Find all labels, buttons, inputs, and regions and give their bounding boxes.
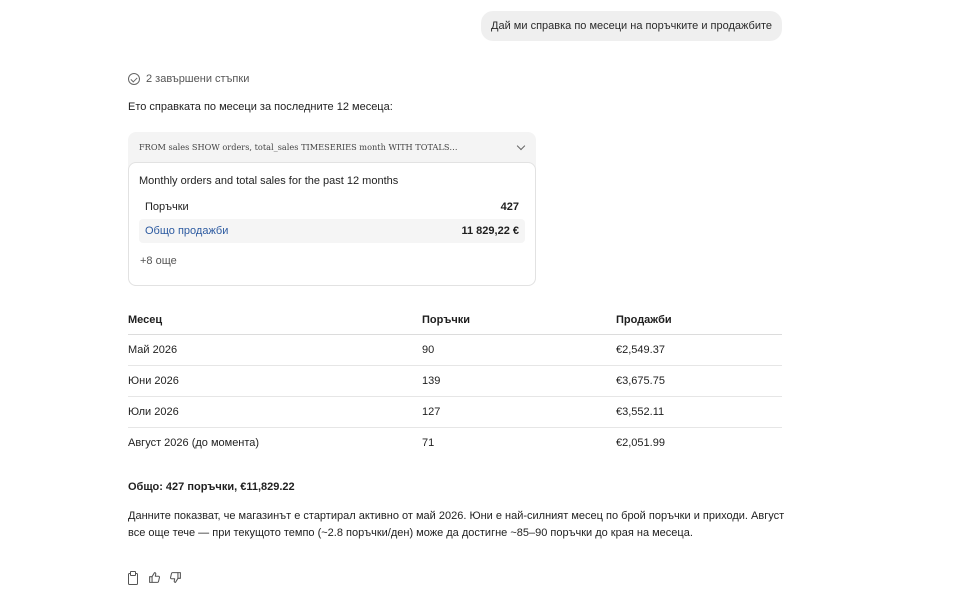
metric-value: 11 829,22 € [461,225,519,237]
table-cell: 90 [422,334,616,366]
column-header: Продажби [616,306,782,335]
table-row: Август 2026 (до момента) 71 €2,051.99 [128,427,782,458]
chevron-down-icon [516,141,526,150]
table-row: Май 2026 90 €2,549.37 [128,334,782,366]
show-more-link[interactable]: +8 още [139,255,525,267]
table-cell: €2,051.99 [616,436,665,449]
user-message-bubble: Дай ми справка по месеци на поръчките и … [481,11,782,41]
metric-label: Общо продажби [145,225,229,237]
metric-row: Поръчки 427 [139,195,525,219]
monthly-table: Месец Поръчки Продажби Май 2026 90 €2,54… [128,306,782,458]
result-card: Monthly orders and total sales for the p… [128,162,536,286]
table-cell: €2,549.37 [616,334,782,366]
table-cell: €3,552.11 [616,396,782,428]
metric-label: Поръчки [145,201,189,213]
table-header-row: Месец Поръчки Продажби [128,306,782,335]
query-expander[interactable]: FROM sales SHOW orders, total_sales TIME… [128,132,536,162]
thumbs-up-icon[interactable] [148,571,161,584]
total-line: Общо: 427 поръчки, €11,829.22 [128,481,295,493]
table-cell: Юли 2026 [128,396,422,428]
column-header: Поръчки [422,306,616,335]
table-row: Юли 2026 127 €3,552.11 [128,396,782,428]
check-circle-icon [128,73,140,85]
column-header: Месец [128,306,422,335]
steps-label: 2 завършени стъпки [146,73,250,85]
table-cell: 127 [422,396,616,428]
thumbs-down-icon[interactable] [169,571,181,584]
intro-text: Ето справката по месеци за последните 12… [128,101,393,113]
table-cell: Май 2026 [128,334,422,366]
summary-paragraph: Данните показват, че магазинът е стартир… [128,510,785,539]
completed-steps-toggle[interactable]: 2 завършени стъпки [128,73,249,85]
result-title: Monthly orders and total sales for the p… [139,175,399,187]
table-cell: 71 [422,436,435,449]
query-text: FROM sales SHOW orders, total_sales TIME… [139,142,458,152]
message-actions [127,571,181,585]
table-cell: 139 [422,365,616,397]
table-cell: Август 2026 (до момента) [128,436,260,449]
metric-row: Общо продажби 11 829,22 € [139,219,525,243]
copy-icon[interactable] [127,571,139,585]
table-cell: Юни 2026 [128,365,422,397]
tool-call-card: FROM sales SHOW orders, total_sales TIME… [128,132,536,286]
metric-value: 427 [500,201,519,213]
table-cell: €3,675.75 [616,365,782,397]
table-row: Юни 2026 139 €3,675.75 [128,365,782,397]
